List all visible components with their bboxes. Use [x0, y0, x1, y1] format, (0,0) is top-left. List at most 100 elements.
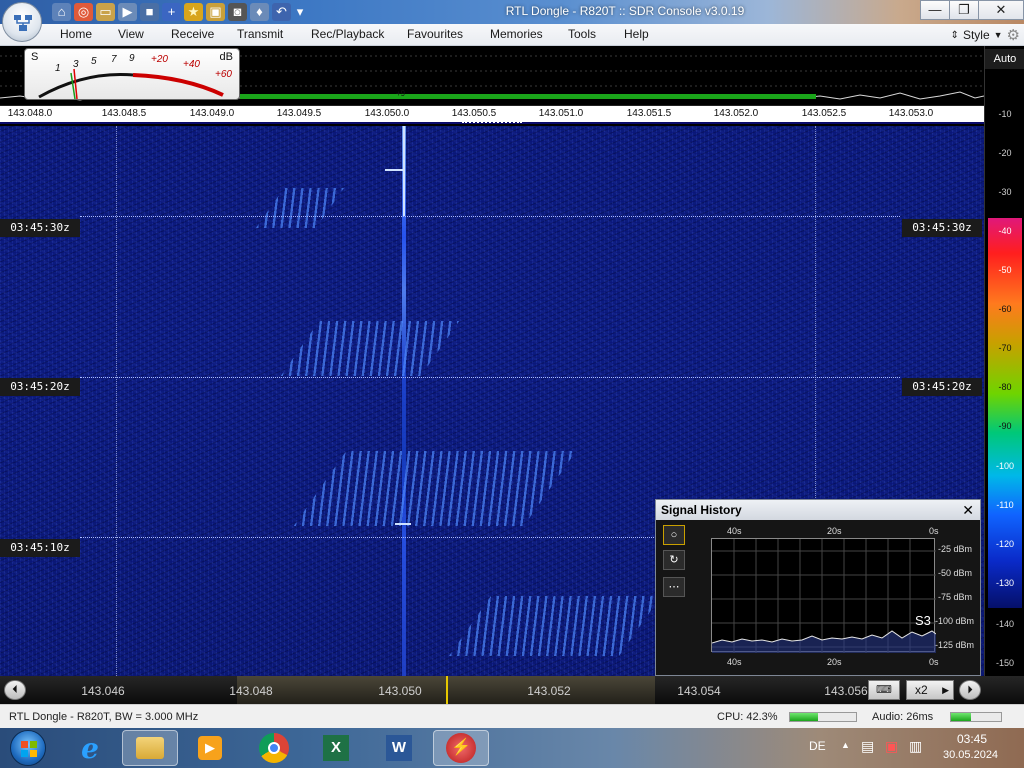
tune-right-button[interactable]: ⏵	[959, 680, 981, 700]
s-meter: S dB 1 3 5 7 9 +20 +40 +60	[24, 48, 240, 100]
dbm-label: -100 dBm	[935, 616, 975, 626]
time-label: 0s	[929, 657, 939, 667]
folder-icon[interactable]: ▭	[96, 3, 115, 21]
timestamp-left: 03:45:20z	[0, 378, 80, 396]
options-tool-button[interactable]: ⋯	[663, 577, 685, 597]
dbm-label: -25 dBm	[938, 544, 973, 554]
star-icon[interactable]: ★	[184, 3, 203, 21]
keyboard-button[interactable]: ⌨	[868, 680, 900, 700]
db-label: -10	[998, 109, 1012, 119]
tuner-freq: 143.056	[824, 684, 868, 698]
signal-history-header: Signal History ✕	[656, 500, 980, 520]
clock-time[interactable]: 03:45	[957, 732, 987, 746]
zoom-selector[interactable]: x2 ▶	[906, 680, 954, 700]
network-icon[interactable]: ▣	[885, 738, 898, 755]
chevron-right-icon: ▶	[942, 685, 949, 695]
taskbar-excel[interactable]: X	[308, 730, 364, 766]
tuner-center-marker	[446, 676, 448, 704]
stop-icon[interactable]: ■	[140, 3, 159, 21]
chevron-down-icon[interactable]: ▼	[994, 30, 1003, 40]
window-title: RTL Dongle - R820T :: SDR Console v3.0.1…	[505, 4, 745, 18]
carrier-peak	[403, 126, 405, 216]
status-bar: RTL Dongle - R820T, BW = 3.000 MHz CPU: …	[0, 704, 1024, 728]
menu-help[interactable]: Help	[624, 27, 649, 41]
drop-icon[interactable]: ♦	[250, 3, 269, 21]
customize-dropdown-icon[interactable]: ▾	[294, 3, 306, 21]
action-center-icon[interactable]: ▥	[909, 738, 922, 755]
dbm-label: -125 dBm	[935, 640, 975, 650]
clock-date[interactable]: 30.05.2024	[943, 749, 998, 761]
taskbar-sdr-console[interactable]: ⚡	[433, 730, 489, 766]
reset-tool-button[interactable]: ↻	[663, 550, 685, 570]
timestamp-left: 03:45:10z	[0, 539, 80, 557]
taskbar-word[interactable]: W	[371, 730, 427, 766]
freq-label: 143.051.0	[538, 108, 584, 119]
play-icon[interactable]: ▶	[118, 3, 137, 21]
safely-remove-icon[interactable]: ▤	[861, 738, 874, 755]
menu-transmit[interactable]: Transmit	[237, 27, 283, 41]
lifebuoy-icon[interactable]: ◎	[74, 3, 93, 21]
db-label: -100	[995, 461, 1014, 471]
db-label: -150	[995, 658, 1014, 668]
s-reading: S3	[915, 613, 931, 628]
close-button[interactable]: ✕	[978, 0, 1024, 20]
device-status: RTL Dongle - R820T, BW = 3.000 MHz	[9, 711, 199, 723]
application-menu-button[interactable]	[2, 2, 42, 42]
language-indicator[interactable]: DE	[809, 739, 826, 753]
home-icon[interactable]: ⌂	[52, 3, 71, 21]
db-label: -110	[996, 500, 1014, 510]
undo-icon[interactable]: ↶	[272, 3, 291, 21]
frequency-scale[interactable]: 143.048.0 143.048.5 143.049.0 143.049.5 …	[0, 106, 984, 124]
tuning-drag-handle[interactable]	[462, 121, 522, 124]
auto-scale-button[interactable]: Auto	[985, 49, 1024, 69]
signal-tick	[385, 169, 405, 171]
taskbar-internet-explorer[interactable]: e	[62, 730, 118, 766]
filter-passband[interactable]	[240, 94, 816, 99]
taskbar-media-player[interactable]: ▶	[182, 730, 238, 766]
record-tool-button[interactable]: ○	[663, 525, 685, 545]
title-bar: ⌂ ◎ ▭ ▶ ■ + ★ ▣ ◙ ♦ ↶ ▾ RTL Dongle - R82…	[0, 0, 1024, 24]
tune-left-button[interactable]: ⏴	[4, 680, 26, 700]
maximize-button[interactable]: ❐	[949, 0, 979, 20]
gear-icon[interactable]: ⚙	[1007, 26, 1020, 44]
show-hidden-icons-icon[interactable]: ▲	[841, 740, 850, 750]
taskbar-file-explorer[interactable]	[122, 730, 178, 766]
cpu-meter-fill	[790, 713, 818, 721]
close-icon[interactable]: ✕	[962, 500, 974, 520]
audio-status: Audio: 26ms	[872, 711, 934, 723]
menu-tools[interactable]: Tools	[568, 27, 596, 41]
start-button[interactable]	[10, 730, 46, 766]
menu-rec-playback[interactable]: Rec/Playback	[311, 27, 384, 41]
db-scale: Auto -10 -20 -30 -40 -50 -60 -70 -80 -90…	[984, 46, 1024, 676]
timestamp-right: 03:45:30z	[902, 219, 982, 237]
signal-history-panel: Signal History ✕ ○ ↻ ⋯ 40s 20s 0s -25 dB…	[655, 499, 981, 676]
menu-view[interactable]: View	[118, 27, 144, 41]
dbm-label: -50 dBm	[938, 568, 973, 578]
timestamp-left: 03:45:30z	[0, 219, 80, 237]
menu-receive[interactable]: Receive	[171, 27, 214, 41]
menu-home[interactable]: Home	[60, 27, 92, 41]
db-label: -60	[998, 304, 1012, 314]
camera-icon[interactable]: ◙	[228, 3, 247, 21]
lock-icon[interactable]: ▣	[206, 3, 225, 21]
style-menu[interactable]: Style	[963, 28, 990, 42]
db-label: -130	[995, 578, 1014, 588]
cpu-status: CPU: 42.3%	[717, 711, 778, 723]
sort-arrows-icon[interactable]: ⇕	[951, 30, 959, 41]
db-color-gradient	[988, 218, 1022, 608]
db-label: -40	[998, 226, 1012, 236]
chrome-icon	[259, 733, 289, 763]
signal-history-trace	[711, 539, 937, 653]
db-label: -120	[995, 539, 1014, 549]
windows-logo-icon	[21, 741, 37, 757]
add-icon[interactable]: +	[162, 3, 181, 21]
taskbar-chrome[interactable]	[246, 730, 302, 766]
tuner-freq: 143.052	[527, 684, 571, 698]
menu-memories[interactable]: Memories	[490, 27, 543, 41]
window-controls: — ❐ ✕	[920, 0, 1024, 20]
freq-label: 143.048.5	[101, 108, 147, 119]
minimize-button[interactable]: —	[920, 0, 950, 20]
menu-favourites[interactable]: Favourites	[407, 27, 463, 41]
time-label: 20s	[827, 526, 842, 536]
tuning-bar[interactable]: ⏴ 143.046 143.048 143.050 143.052 143.05…	[0, 676, 1024, 704]
